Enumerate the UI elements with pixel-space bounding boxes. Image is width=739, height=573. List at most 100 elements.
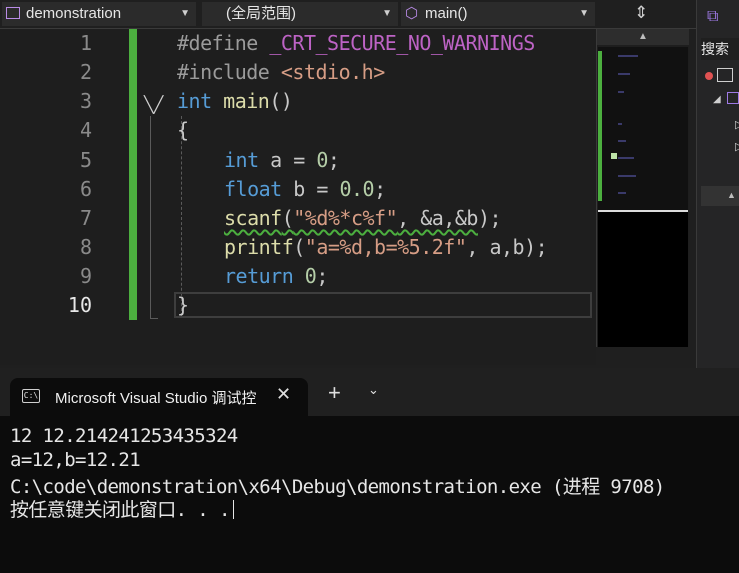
tree-expand-icon[interactable]: ◢ xyxy=(713,94,721,105)
minimap-change-marker xyxy=(598,51,602,201)
code-line-3: int main() xyxy=(177,87,293,116)
line-number: 3 xyxy=(79,89,92,113)
code-line-2: #include <stdio.h> xyxy=(177,58,385,87)
indent-guide xyxy=(181,116,182,316)
search-box[interactable]: 搜索 xyxy=(701,38,739,60)
close-brace: } xyxy=(177,293,189,317)
line-number: 1 xyxy=(79,31,92,55)
punctuation: ; xyxy=(316,264,328,288)
keyword: int xyxy=(177,89,212,113)
open-brace: { xyxy=(177,118,189,142)
project-dropdown[interactable]: demonstration ▼ xyxy=(2,2,196,26)
close-icon[interactable]: ✕ xyxy=(276,384,291,405)
number-literal: 0 xyxy=(316,148,328,172)
punctuation: ( xyxy=(293,235,305,259)
punctuation: () xyxy=(269,89,293,113)
line-number: 4 xyxy=(79,118,92,142)
scrollbar-minimap[interactable]: ▲ xyxy=(596,29,689,347)
line-number: 5 xyxy=(79,148,92,172)
punctuation: ); xyxy=(524,235,548,259)
text-cursor xyxy=(232,500,234,519)
solution-explorer-panel: ⧉ 搜索 ◢ ▷ ▷ ▲ xyxy=(696,0,739,368)
code-line-8: printf("a=%d,b=%5.2f", a,b); xyxy=(224,233,548,262)
solution-explorer-tab-icon[interactable]: ⧉ xyxy=(707,8,727,28)
identifier: b = xyxy=(293,177,340,201)
debug-console-window: C:\ Microsoft Visual Studio 调试控 ✕ + ⌄ 12… xyxy=(0,368,739,573)
tree-collapse-icon[interactable]: ▷ xyxy=(735,140,739,153)
chevron-down-icon: ▼ xyxy=(180,8,190,19)
minimap-line xyxy=(618,73,630,75)
member-dropdown-label: main() xyxy=(425,5,468,22)
line-number: 2 xyxy=(79,60,92,84)
code-line-1: #define _CRT_SECURE_NO_WARNINGS xyxy=(177,29,535,58)
minimap-line xyxy=(618,175,636,177)
preprocessor-directive: #include xyxy=(177,60,270,84)
punctuation: ); xyxy=(477,206,502,230)
minimap-line xyxy=(618,55,638,57)
function-call: printf xyxy=(224,235,294,259)
minimap-line xyxy=(618,123,622,125)
punctuation: ; xyxy=(327,148,340,172)
number-literal: 0 xyxy=(304,264,317,288)
minimap-line xyxy=(618,91,624,93)
minimap-body[interactable] xyxy=(598,47,688,347)
outline-guide-end xyxy=(150,318,158,319)
chevron-down-icon[interactable]: ⌄ xyxy=(368,382,379,398)
punctuation: ( xyxy=(281,206,294,230)
scope-dropdown-label: (全局范围) xyxy=(226,5,296,22)
current-line-number: 10 xyxy=(67,293,92,317)
scope-dropdown[interactable]: (全局范围) ▼ xyxy=(202,2,398,26)
chevron-down-icon: ▼ xyxy=(579,8,589,19)
member-dropdown[interactable]: ⬡ main() ▼ xyxy=(401,2,595,26)
visual-studio-editor-window: demonstration ▼ (全局范围) ▼ ⬡ main() ▼ ⇕ 1 … xyxy=(0,0,739,368)
console-output-prompt[interactable]: 按任意键关闭此窗口. . . xyxy=(10,495,234,522)
console-prompt-text: 按任意键关闭此窗口. . . xyxy=(10,499,230,521)
keyword: return xyxy=(224,264,294,288)
console-tab-title: Microsoft Visual Studio 调试控 xyxy=(55,390,257,407)
console-output-line: a=12,b=12.21 xyxy=(10,449,141,471)
remove-icon[interactable] xyxy=(705,72,713,80)
collapse-chevron-icon[interactable]: ╲╱ xyxy=(144,95,163,115)
toolbar-icon[interactable] xyxy=(717,68,733,82)
console-output-line: 12 12.214241253435324 xyxy=(10,425,238,447)
scroll-up-arrow-icon[interactable]: ▲ xyxy=(727,190,736,200)
keyword: int xyxy=(224,148,259,172)
arguments: , a,b xyxy=(466,235,525,259)
minimap-cursor-marker xyxy=(611,153,617,159)
current-line-highlight xyxy=(174,292,592,318)
tree-item-icon[interactable] xyxy=(727,92,739,104)
string-literal: "a=%d,b=%5.2f" xyxy=(304,235,467,259)
minimap-line xyxy=(618,157,634,159)
search-label: 搜索 xyxy=(701,41,729,57)
preprocessor-directive: #define xyxy=(177,31,258,55)
line-number: 7 xyxy=(79,206,92,230)
string-literal: "%d%*c%f" xyxy=(293,206,398,230)
scroll-up-arrow-icon[interactable]: ▲ xyxy=(597,29,689,45)
minimap-viewport[interactable] xyxy=(598,47,688,212)
code-line-4: { xyxy=(177,116,189,145)
minimap-line xyxy=(618,140,626,142)
cube-icon: ⬡ xyxy=(405,5,419,22)
console-tab[interactable]: C:\ Microsoft Visual Studio 调试控 ✕ xyxy=(10,378,308,416)
keyword: float xyxy=(224,177,282,201)
line-number: 6 xyxy=(79,177,92,201)
navigation-bar: demonstration ▼ (全局范围) ▼ ⬡ main() ▼ ⇕ xyxy=(0,0,696,29)
number-literal: 0.0 xyxy=(339,177,375,201)
split-window-button[interactable]: ⇕ xyxy=(598,2,690,26)
code-line-5: int a = 0; xyxy=(224,146,340,175)
code-line-6: float b = 0.0; xyxy=(224,175,386,204)
project-icon xyxy=(6,7,20,19)
terminal-tab-bar: C:\ Microsoft Visual Studio 调试控 ✕ + ⌄ xyxy=(0,368,739,416)
line-number: 8 xyxy=(79,235,92,259)
code-line-7: scanf("%d%*c%f", &a,&b); xyxy=(224,204,502,233)
include-header: <stdio.h> xyxy=(280,60,385,84)
new-tab-button[interactable]: + xyxy=(328,380,341,406)
chevron-down-icon: ▼ xyxy=(382,8,392,19)
change-tracking-bar xyxy=(129,29,137,320)
line-number: 9 xyxy=(79,264,92,288)
outline-guide xyxy=(150,116,151,319)
tree-collapse-icon[interactable]: ▷ xyxy=(735,118,739,131)
function-call: scanf xyxy=(224,206,282,230)
console-icon: C:\ xyxy=(22,389,40,403)
split-icon: ⇕ xyxy=(634,3,649,22)
